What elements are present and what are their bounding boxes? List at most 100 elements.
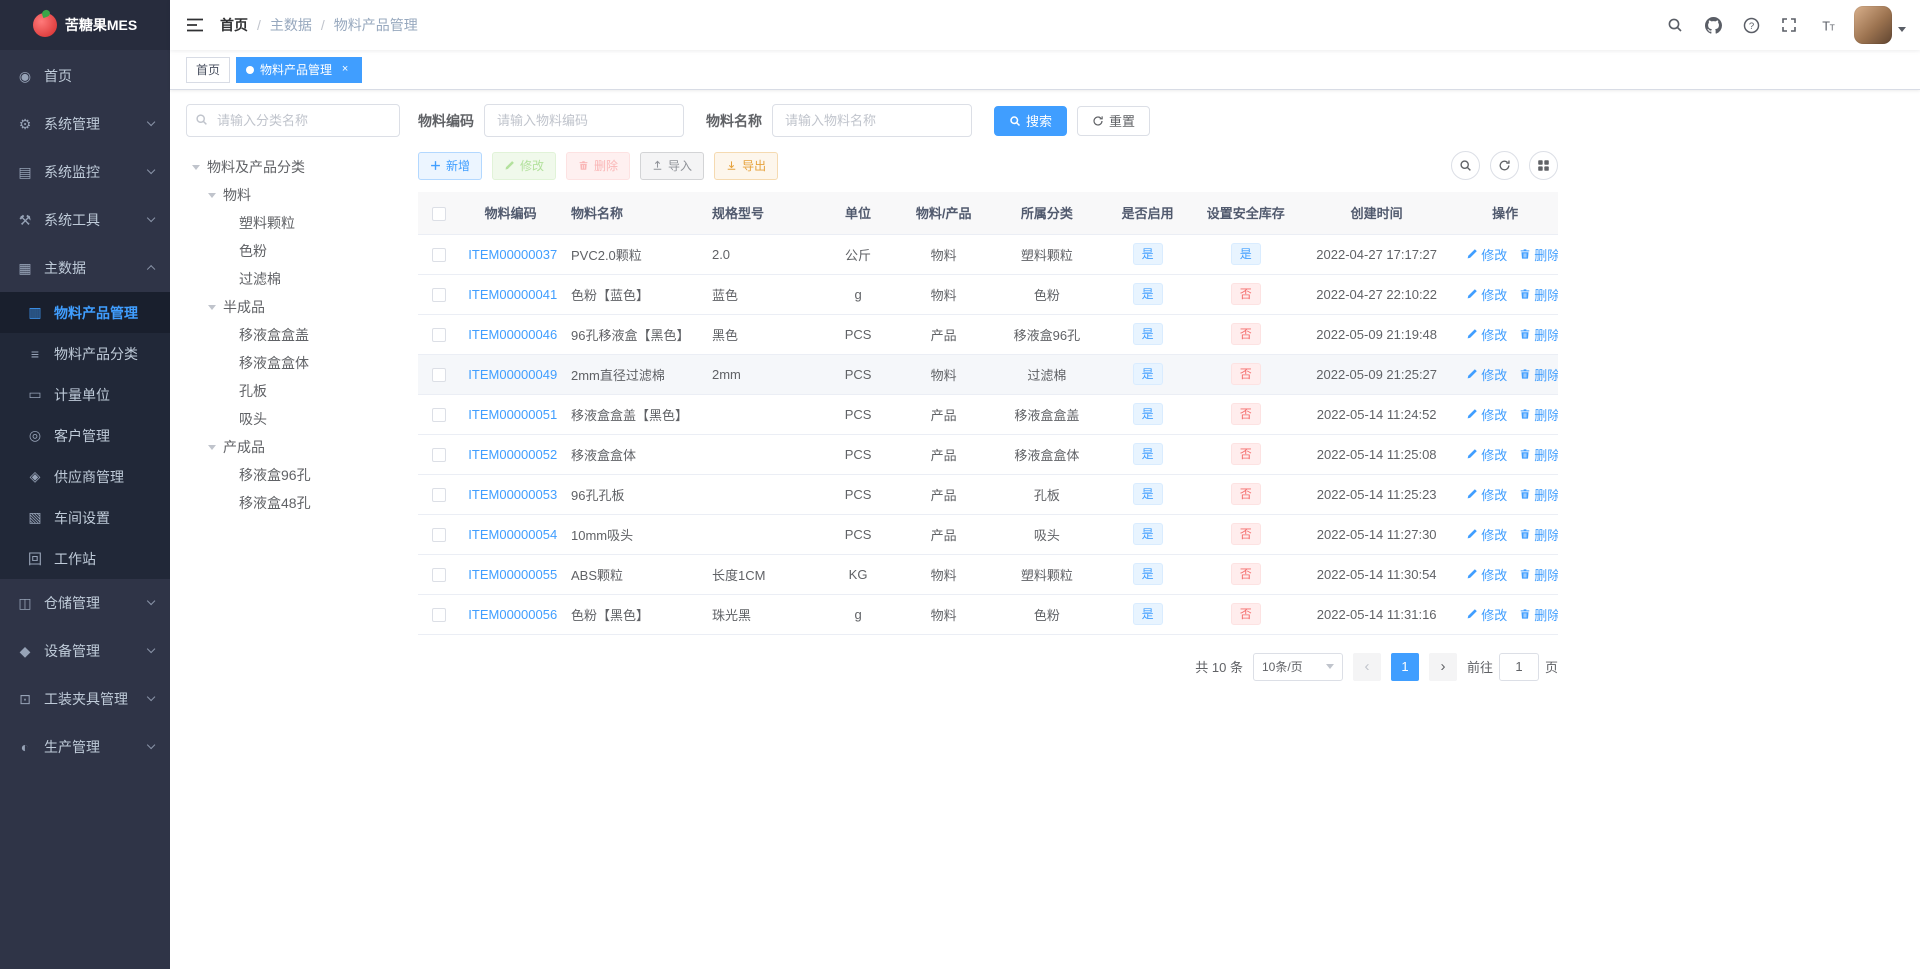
toggle-search-icon[interactable]	[1451, 151, 1480, 180]
material-code-link[interactable]: ITEM00000041	[468, 287, 557, 302]
row-checkbox[interactable]	[432, 607, 447, 622]
row-delete-button[interactable]: 删除	[1519, 285, 1558, 304]
row-edit-button[interactable]: 修改	[1466, 325, 1507, 344]
next-page-button[interactable]: ›	[1428, 652, 1457, 681]
material-code-link[interactable]: ITEM00000055	[468, 567, 557, 582]
row-delete-button[interactable]: 删除	[1519, 525, 1558, 544]
row-delete-button[interactable]: 删除	[1519, 245, 1558, 264]
sidebar-item-production-management[interactable]: ◐ 生产管理	[0, 723, 170, 771]
tab-home[interactable]: 首页	[186, 56, 231, 83]
tree-node[interactable]: 移液盒48孔	[186, 489, 400, 517]
row-edit-button[interactable]: 修改	[1466, 245, 1507, 264]
tree-node[interactable]: 物料	[186, 181, 400, 209]
sidebar-item-customer-management[interactable]: ◎ 客户管理	[0, 415, 170, 456]
row-checkbox[interactable]	[432, 327, 447, 342]
row-edit-button[interactable]: 修改	[1466, 525, 1507, 544]
sidebar-item-home[interactable]: ◉ 首页	[0, 52, 170, 100]
row-checkbox[interactable]	[432, 447, 447, 462]
tree-expand-icon[interactable]	[208, 192, 216, 198]
code-filter-input[interactable]	[484, 104, 684, 137]
row-edit-button[interactable]: 修改	[1466, 405, 1507, 424]
material-code-link[interactable]: ITEM00000049	[468, 367, 557, 382]
hamburger-icon[interactable]	[170, 0, 220, 50]
refresh-icon[interactable]	[1490, 151, 1519, 180]
sidebar-item-system-monitor[interactable]: ▤ 系统监控	[0, 148, 170, 196]
search-icon[interactable]	[1656, 0, 1694, 50]
sidebar-item-master-data[interactable]: ▦ 主数据	[0, 244, 170, 292]
tab-close-icon[interactable]: ×	[338, 63, 352, 77]
category-search-input[interactable]	[186, 104, 400, 137]
import-button[interactable]: 导入	[640, 151, 705, 180]
user-menu[interactable]	[1854, 6, 1906, 44]
page-number-1[interactable]: 1	[1390, 652, 1419, 681]
row-edit-button[interactable]: 修改	[1466, 285, 1507, 304]
row-delete-button[interactable]: 删除	[1519, 405, 1558, 424]
row-edit-button[interactable]: 修改	[1466, 565, 1507, 584]
tree-node[interactable]: 移液盒96孔	[186, 461, 400, 489]
row-delete-button[interactable]: 删除	[1519, 445, 1558, 464]
breadcrumb-home[interactable]: 首页	[220, 15, 248, 35]
row-checkbox[interactable]	[432, 247, 447, 262]
material-code-link[interactable]: ITEM00000053	[468, 487, 557, 502]
tree-node[interactable]: 产成品	[186, 433, 400, 461]
help-icon[interactable]: ?	[1732, 0, 1770, 50]
tab-material-product-management[interactable]: 物料产品管理 ×	[236, 56, 363, 83]
material-code-link[interactable]: ITEM00000037	[468, 247, 557, 262]
material-code-link[interactable]: ITEM00000046	[468, 327, 557, 342]
add-button[interactable]: 新增	[418, 151, 483, 180]
tree-node[interactable]: 半成品	[186, 293, 400, 321]
columns-icon[interactable]	[1529, 151, 1558, 180]
row-edit-button[interactable]: 修改	[1466, 365, 1507, 384]
sidebar-item-fixture-management[interactable]: ⊡ 工装夹具管理	[0, 675, 170, 723]
sidebar-item-warehouse-management[interactable]: ◫ 仓储管理	[0, 579, 170, 627]
tree-node[interactable]: 孔板	[186, 377, 400, 405]
tree-node[interactable]: 物料及产品分类	[186, 153, 400, 181]
page-size-select[interactable]: 10条/页	[1252, 652, 1343, 681]
breadcrumb-master-data[interactable]: 主数据	[270, 15, 312, 35]
search-button[interactable]: 搜索	[994, 105, 1068, 136]
export-button[interactable]: 导出	[714, 151, 779, 180]
row-delete-button[interactable]: 删除	[1519, 325, 1558, 344]
sidebar-item-workstation[interactable]: 回工作站	[0, 538, 170, 579]
reset-button[interactable]: 重置	[1077, 105, 1151, 136]
tree-node[interactable]: 移液盒盒盖	[186, 321, 400, 349]
row-delete-button[interactable]: 删除	[1519, 565, 1558, 584]
row-checkbox[interactable]	[432, 487, 447, 502]
sidebar-item-system-management[interactable]: ⚙ 系统管理	[0, 100, 170, 148]
row-checkbox[interactable]	[432, 287, 447, 302]
tree-node[interactable]: 塑料颗粒	[186, 209, 400, 237]
sidebar-item-supplier-management[interactable]: ◈ 供应商管理	[0, 456, 170, 497]
row-edit-button[interactable]: 修改	[1466, 605, 1507, 624]
row-delete-button[interactable]: 删除	[1519, 365, 1558, 384]
delete-button[interactable]: 删除	[566, 151, 631, 180]
fullscreen-icon[interactable]	[1770, 0, 1808, 50]
material-code-link[interactable]: ITEM00000051	[468, 407, 557, 422]
font-size-icon[interactable]: TT	[1808, 0, 1846, 50]
caret-down-icon[interactable]	[1898, 26, 1906, 32]
avatar[interactable]	[1854, 6, 1892, 44]
row-edit-button[interactable]: 修改	[1466, 445, 1507, 464]
tree-expand-icon[interactable]	[208, 444, 216, 450]
row-checkbox[interactable]	[432, 407, 447, 422]
tree-node[interactable]: 移液盒盒体	[186, 349, 400, 377]
row-checkbox[interactable]	[432, 567, 447, 582]
tree-node[interactable]: 吸头	[186, 405, 400, 433]
sidebar-item-material-product-management[interactable]: ▥ 物料产品管理	[0, 292, 170, 333]
sidebar-item-equipment-management[interactable]: ◆ 设备管理	[0, 627, 170, 675]
goto-page-input[interactable]	[1498, 652, 1539, 681]
sidebar-item-measure-unit[interactable]: ▭ 计量单位	[0, 374, 170, 415]
tree-node[interactable]: 色粉	[186, 237, 400, 265]
material-code-link[interactable]: ITEM00000052	[468, 447, 557, 462]
material-code-link[interactable]: ITEM00000054	[468, 527, 557, 542]
name-filter-input[interactable]	[772, 104, 972, 137]
sidebar-item-workshop-settings[interactable]: ▧ 车间设置	[0, 497, 170, 538]
tree-expand-icon[interactable]	[208, 304, 216, 310]
select-all-checkbox[interactable]	[432, 206, 447, 221]
material-code-link[interactable]: ITEM00000056	[468, 607, 557, 622]
tree-node[interactable]: 过滤棉	[186, 265, 400, 293]
edit-button[interactable]: 修改	[492, 151, 557, 180]
row-delete-button[interactable]: 删除	[1519, 485, 1558, 504]
prev-page-button[interactable]: ‹	[1352, 652, 1381, 681]
sidebar-item-system-tools[interactable]: ⚒ 系统工具	[0, 196, 170, 244]
row-checkbox[interactable]	[432, 367, 447, 382]
